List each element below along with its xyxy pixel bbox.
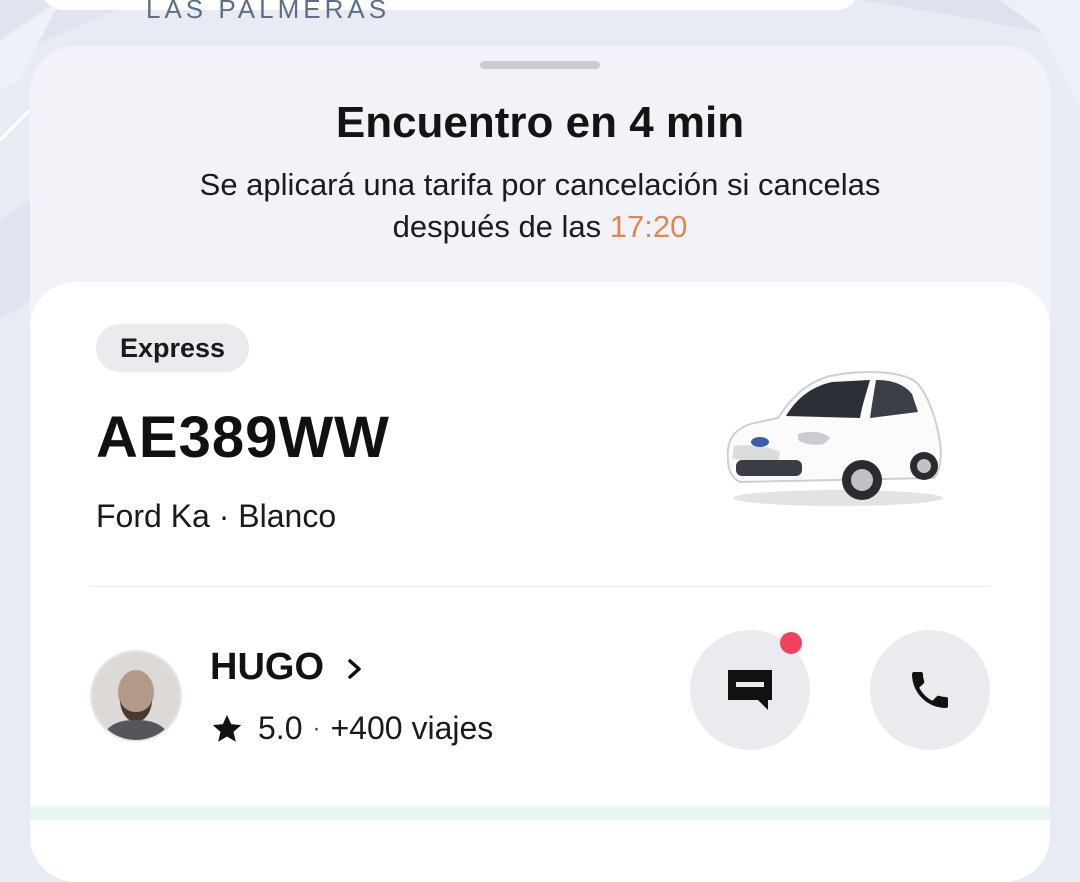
driver-photo — [92, 652, 180, 740]
car-image — [726, 371, 943, 506]
driver-rating: 5.0 — [258, 710, 303, 746]
cancellation-notice-line2: después de las 17:20 — [30, 206, 1050, 248]
cancellation-time: 17:20 — [609, 209, 688, 244]
next-section-strip — [30, 806, 1050, 820]
unread-message-dot — [780, 632, 802, 654]
driver-vehicle-card: Express AE389WW Ford Ka · Blanco HUGO 5.… — [30, 282, 1050, 882]
sheet-drag-handle[interactable] — [480, 61, 600, 69]
driver-name[interactable]: HUGO — [210, 646, 324, 689]
chevron-right-icon[interactable] — [346, 658, 364, 680]
call-driver-button[interactable] — [870, 630, 990, 750]
cancellation-notice-line1: Se aplicará una tarifa por cancelación s… — [199, 167, 881, 202]
message-icon — [728, 670, 772, 710]
vehicle-description: Ford Ka · Blanco — [96, 498, 337, 534]
service-badge: Express — [96, 324, 250, 372]
pickup-eta-title: Encuentro en 4 min — [335, 98, 745, 147]
driver-trip-count: +400 viajes — [330, 710, 494, 746]
driver-avatar[interactable] — [90, 650, 182, 742]
cancellation-notice: Se aplicará una tarifa por cancelación s… — [30, 164, 1050, 248]
cancellation-notice-prefix: después de las — [392, 209, 602, 244]
license-plate: AE389WW — [96, 405, 390, 470]
section-divider — [90, 586, 990, 587]
map-street-label: LAS PALMERAS — [146, 0, 391, 24]
driver-rating-row: 5.0 · +400 viajes — [210, 710, 493, 747]
phone-icon — [912, 672, 948, 708]
star-icon — [212, 714, 242, 742]
rating-separator: · — [312, 714, 321, 742]
